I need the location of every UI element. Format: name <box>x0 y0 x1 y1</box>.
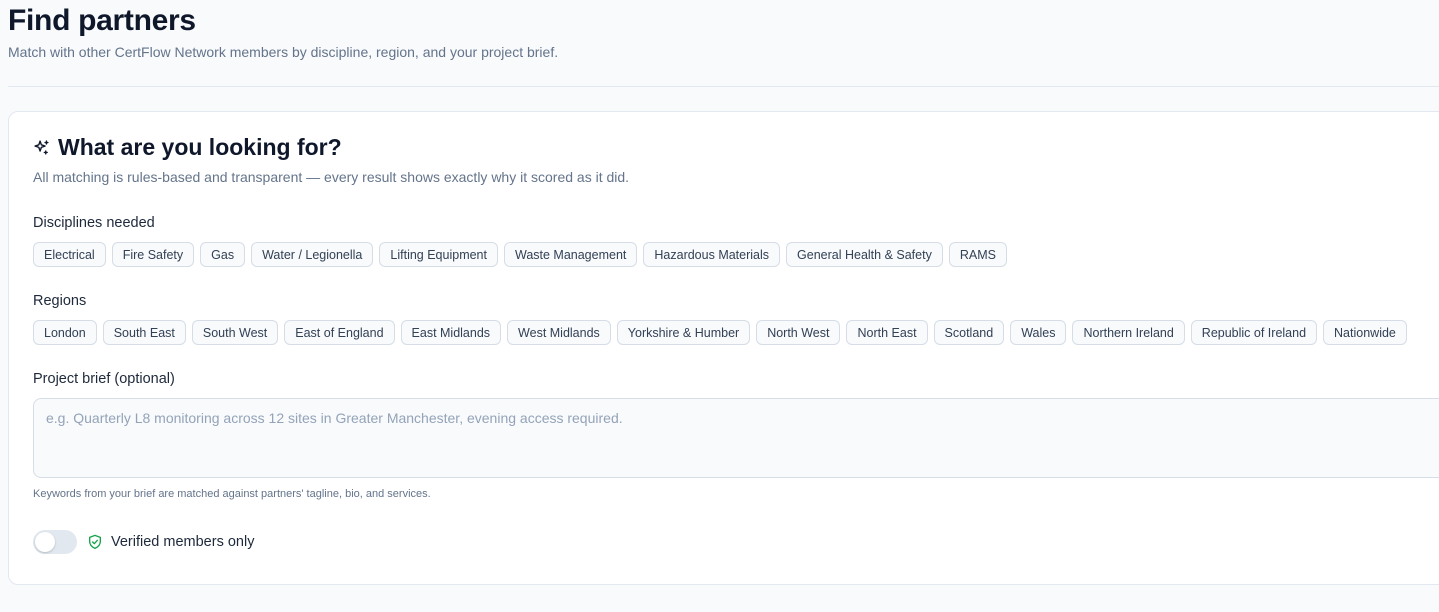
page-subtitle: Match with other CertFlow Network member… <box>8 44 559 60</box>
discipline-chip-lifting-equipment[interactable]: Lifting Equipment <box>379 242 498 267</box>
project-brief-input[interactable] <box>33 398 1439 478</box>
partner-search-card: What are you looking for? All matching i… <box>8 111 1439 585</box>
discipline-chip-general-health-safety[interactable]: General Health & Safety <box>786 242 943 267</box>
discipline-chip-gas[interactable]: Gas <box>200 242 246 267</box>
verified-toggle-row: Verified members only <box>33 530 254 554</box>
regions-chips: London South East South West East of Eng… <box>33 320 1407 345</box>
region-chip-east-midlands[interactable]: East Midlands <box>400 320 502 345</box>
region-chip-west-midlands[interactable]: West Midlands <box>507 320 611 345</box>
card-subtitle: All matching is rules-based and transpar… <box>33 169 630 185</box>
discipline-chip-hazardous-materials[interactable]: Hazardous Materials <box>643 242 781 267</box>
page-title: Find partners <box>8 4 196 37</box>
project-brief-hint: Keywords from your brief are matched aga… <box>33 488 431 500</box>
discipline-chip-rams[interactable]: RAMS <box>948 242 1007 267</box>
discipline-chip-fire-safety[interactable]: Fire Safety <box>111 242 195 267</box>
region-chip-yorkshire-humber[interactable]: Yorkshire & Humber <box>616 320 751 345</box>
shield-check-icon <box>87 534 103 550</box>
region-chip-wales[interactable]: Wales <box>1010 320 1067 345</box>
discipline-chip-electrical[interactable]: Electrical <box>33 242 106 267</box>
disciplines-chips: Electrical Fire Safety Gas Water / Legio… <box>33 242 1007 267</box>
region-chip-south-west[interactable]: South West <box>191 320 279 345</box>
sparkle-icon <box>33 139 50 156</box>
discipline-chip-waste-management[interactable]: Waste Management <box>503 242 638 267</box>
region-chip-south-east[interactable]: South East <box>102 320 186 345</box>
disciplines-label: Disciplines needed <box>33 215 155 231</box>
project-brief-label: Project brief (optional) <box>33 371 175 387</box>
region-chip-nationwide[interactable]: Nationwide <box>1323 320 1407 345</box>
region-chip-scotland[interactable]: Scotland <box>933 320 1005 345</box>
card-title: What are you looking for? <box>58 134 342 160</box>
region-chip-republic-of-ireland[interactable]: Republic of Ireland <box>1190 320 1318 345</box>
region-chip-london[interactable]: London <box>33 320 97 345</box>
header-divider <box>8 86 1439 87</box>
region-chip-east-of-england[interactable]: East of England <box>284 320 395 345</box>
region-chip-north-east[interactable]: North East <box>846 320 928 345</box>
verified-members-label: Verified members only <box>111 534 255 550</box>
toggle-knob <box>35 532 55 552</box>
region-chip-northern-ireland[interactable]: Northern Ireland <box>1072 320 1185 345</box>
discipline-chip-water-legionella[interactable]: Water / Legionella <box>251 242 374 267</box>
region-chip-north-west[interactable]: North West <box>756 320 841 345</box>
regions-label: Regions <box>33 293 87 309</box>
card-title-row: What are you looking for? <box>33 134 342 161</box>
verified-members-toggle[interactable] <box>33 530 77 554</box>
